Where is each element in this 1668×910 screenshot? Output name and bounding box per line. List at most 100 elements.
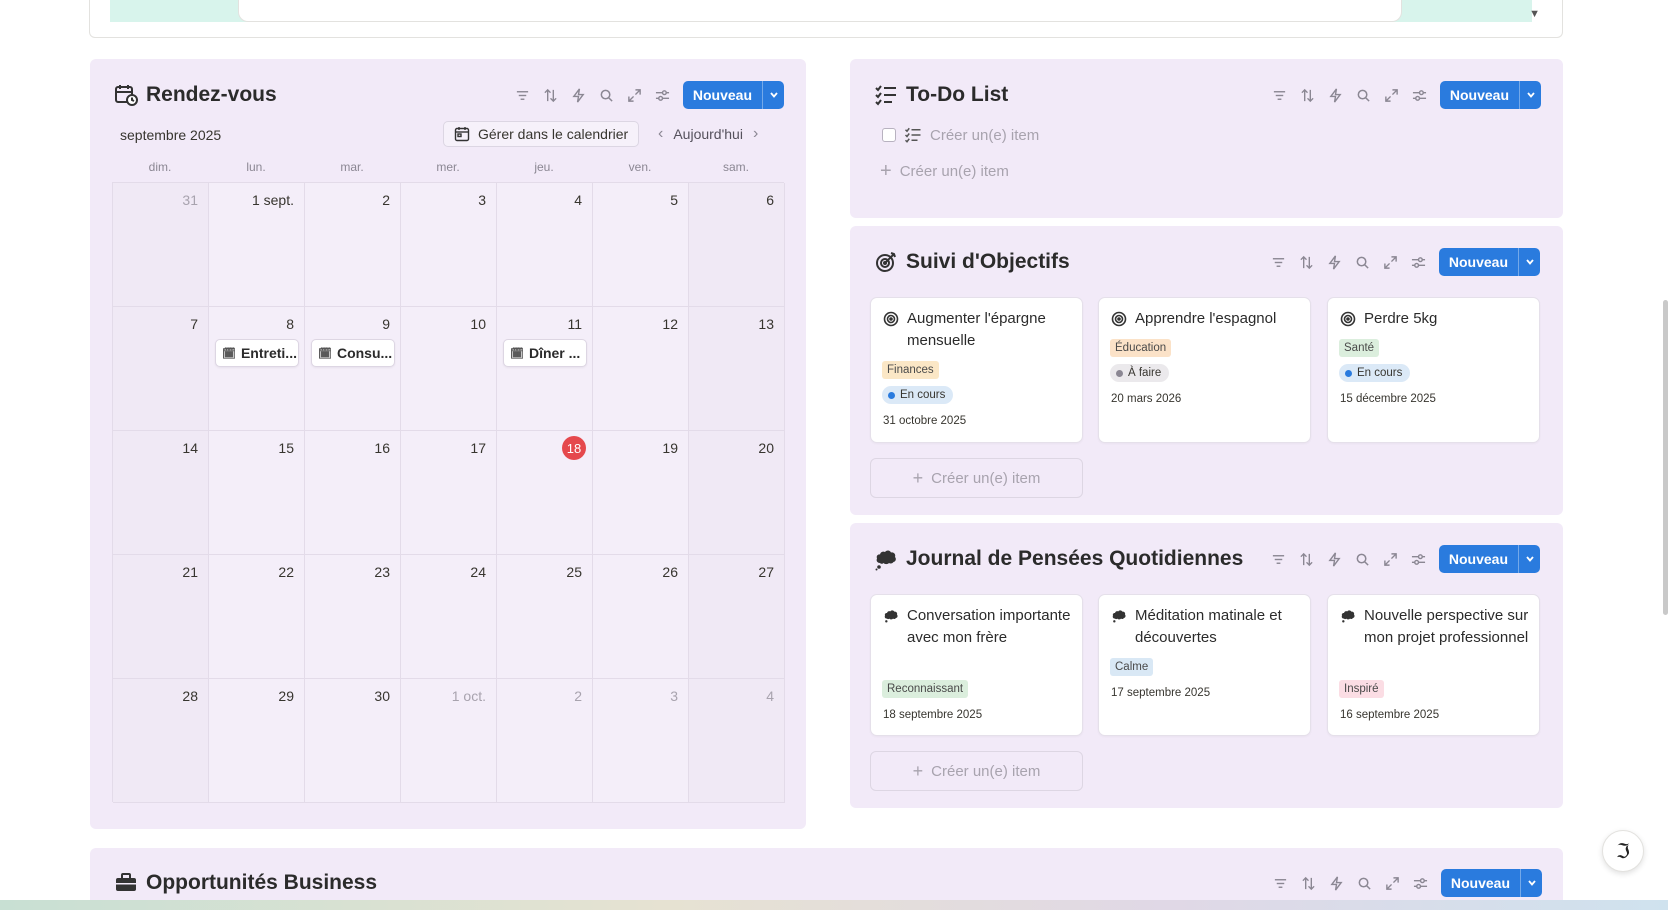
lightning-icon[interactable] [565, 81, 593, 109]
chevron-down-icon[interactable] [762, 81, 784, 109]
calendar-event[interactable]: 🗓 Dîner ... [503, 339, 587, 367]
calendar-day-cell[interactable]: 14 [113, 431, 209, 555]
calendar-day-cell[interactable]: 8 🗓 Entreti... [209, 307, 305, 431]
calendar-day-cell[interactable]: 21 [113, 555, 209, 679]
help-assistant-button[interactable]: ℑ [1602, 830, 1644, 872]
chevron-down-icon[interactable] [1518, 545, 1540, 573]
settings-sliders-icon[interactable] [1405, 248, 1433, 276]
settings-sliders-icon[interactable] [1405, 545, 1433, 573]
calendar-day-cell[interactable]: 9 🗓 Consu... [305, 307, 401, 431]
calendar-day-cell[interactable]: 6 [689, 183, 785, 307]
goal-card[interactable]: Perdre 5kg Santé En cours 15 décembre 20… [1327, 297, 1540, 443]
calendar-day-cell[interactable]: 2 [305, 183, 401, 307]
goal-card[interactable]: Apprendre l'espagnol Éducation À faire 2… [1098, 297, 1311, 443]
calendar-day-cell[interactable]: 3 [401, 183, 497, 307]
chevron-down-icon[interactable] [1518, 248, 1540, 276]
journal-card[interactable]: Nouvelle perspective sur mon projet prof… [1327, 594, 1540, 736]
calendar-day-cell[interactable]: 10 [401, 307, 497, 431]
lightning-icon[interactable] [1323, 869, 1351, 897]
calendar-day-cell[interactable]: 24 [401, 555, 497, 679]
filter-icon[interactable] [1265, 248, 1293, 276]
calendar-day-cell[interactable]: 5 [593, 183, 689, 307]
goals-title[interactable]: Suivi d'Objectifs [874, 250, 1070, 274]
calendar-day-cell[interactable]: 25 [497, 555, 593, 679]
expand-icon[interactable] [1377, 248, 1405, 276]
settings-sliders-icon[interactable] [1407, 869, 1435, 897]
calendar-day-cell[interactable]: 19 [593, 431, 689, 555]
calendar-event[interactable]: 🗓 Entreti... [215, 339, 299, 367]
chevron-down-icon[interactable] [1520, 869, 1542, 897]
calendar-day-cell[interactable]: 11 🗓 Dîner ... [497, 307, 593, 431]
calendar-day-cell[interactable]: 13 [689, 307, 785, 431]
search-icon[interactable] [593, 81, 621, 109]
filter-icon[interactable] [509, 81, 537, 109]
todo-new-item-placeholder[interactable]: Créer un(e) item [930, 127, 1039, 144]
expand-icon[interactable] [1378, 81, 1406, 109]
business-title[interactable]: Opportunités Business [114, 871, 377, 895]
todo-new-item-row[interactable]: Créer un(e) item [882, 126, 1039, 144]
calendar-day-cell[interactable]: 26 [593, 555, 689, 679]
calendar-day-cell[interactable]: 15 [209, 431, 305, 555]
settings-sliders-icon[interactable] [1406, 81, 1434, 109]
goals-new-button[interactable]: Nouveau [1438, 248, 1540, 276]
lightning-icon[interactable] [1322, 81, 1350, 109]
settings-sliders-icon[interactable] [649, 81, 677, 109]
sort-icon[interactable] [1295, 869, 1323, 897]
calendar-day-cell[interactable]: 29 [209, 679, 305, 803]
sort-icon[interactable] [1294, 81, 1322, 109]
calendar-day-cell[interactable]: 4 [497, 183, 593, 307]
today-button[interactable]: Aujourd'hui [673, 126, 743, 142]
journal-card[interactable]: Méditation matinale et découvertes Calme… [1098, 594, 1311, 736]
journal-card[interactable]: Conversation importante avec mon frère R… [870, 594, 1083, 736]
sort-icon[interactable] [1293, 545, 1321, 573]
sort-icon[interactable] [537, 81, 565, 109]
todo-create-item-button[interactable]: + Créer un(e) item [880, 160, 1009, 183]
search-icon[interactable] [1349, 545, 1377, 573]
collapse-caret-icon[interactable]: ▼ [1529, 8, 1540, 20]
appointments-new-button[interactable]: Nouveau [682, 81, 784, 109]
filter-icon[interactable] [1267, 869, 1295, 897]
todo-checkbox[interactable] [882, 128, 896, 142]
filter-icon[interactable] [1266, 81, 1294, 109]
business-new-button[interactable]: Nouveau [1440, 869, 1542, 897]
search-icon[interactable] [1349, 248, 1377, 276]
search-icon[interactable] [1351, 869, 1379, 897]
calendar-day-cell[interactable]: 3 [593, 679, 689, 803]
journal-create-item-button[interactable]: + Créer un(e) item [870, 751, 1083, 791]
todo-title[interactable]: To-Do List [874, 83, 1008, 107]
calendar-day-cell-today[interactable]: 18 [497, 431, 593, 555]
chevron-left-icon[interactable]: ‹ [658, 125, 663, 143]
calendar-day-cell[interactable]: 7 [113, 307, 209, 431]
journal-title[interactable]: Journal de Pensées Quotidiennes [874, 547, 1243, 571]
sort-icon[interactable] [1293, 248, 1321, 276]
calendar-day-cell[interactable]: 22 [209, 555, 305, 679]
lightning-icon[interactable] [1321, 248, 1349, 276]
chevron-down-icon[interactable] [1519, 81, 1541, 109]
calendar-day-cell[interactable]: 20 [689, 431, 785, 555]
page-scrollbar[interactable] [1663, 300, 1668, 615]
expand-icon[interactable] [1377, 545, 1405, 573]
calendar-day-cell[interactable]: 23 [305, 555, 401, 679]
appointments-title[interactable]: Rendez-vous [114, 83, 277, 107]
calendar-day-cell[interactable]: 31 [113, 183, 209, 307]
filter-icon[interactable] [1265, 545, 1293, 573]
expand-icon[interactable] [621, 81, 649, 109]
calendar-day-cell[interactable]: 12 [593, 307, 689, 431]
calendar-day-cell[interactable]: 27 [689, 555, 785, 679]
search-icon[interactable] [1350, 81, 1378, 109]
todo-new-button[interactable]: Nouveau [1439, 81, 1541, 109]
calendar-event[interactable]: 🗓 Consu... [311, 339, 395, 367]
calendar-day-cell[interactable]: 1 sept. [209, 183, 305, 307]
goals-create-item-button[interactable]: + Créer un(e) item [870, 458, 1083, 498]
expand-icon[interactable] [1379, 869, 1407, 897]
calendar-day-cell[interactable]: 28 [113, 679, 209, 803]
chevron-right-icon[interactable]: › [753, 125, 758, 143]
journal-new-button[interactable]: Nouveau [1438, 545, 1540, 573]
goal-card[interactable]: Augmenter l'épargne mensuelle Finances E… [870, 297, 1083, 443]
manage-in-calendar-button[interactable]: Gérer dans le calendrier [443, 121, 640, 147]
lightning-icon[interactable] [1321, 545, 1349, 573]
calendar-day-cell[interactable]: 17 [401, 431, 497, 555]
calendar-day-cell[interactable]: 1 oct. [401, 679, 497, 803]
calendar-day-cell[interactable]: 2 [497, 679, 593, 803]
calendar-day-cell[interactable]: 30 [305, 679, 401, 803]
